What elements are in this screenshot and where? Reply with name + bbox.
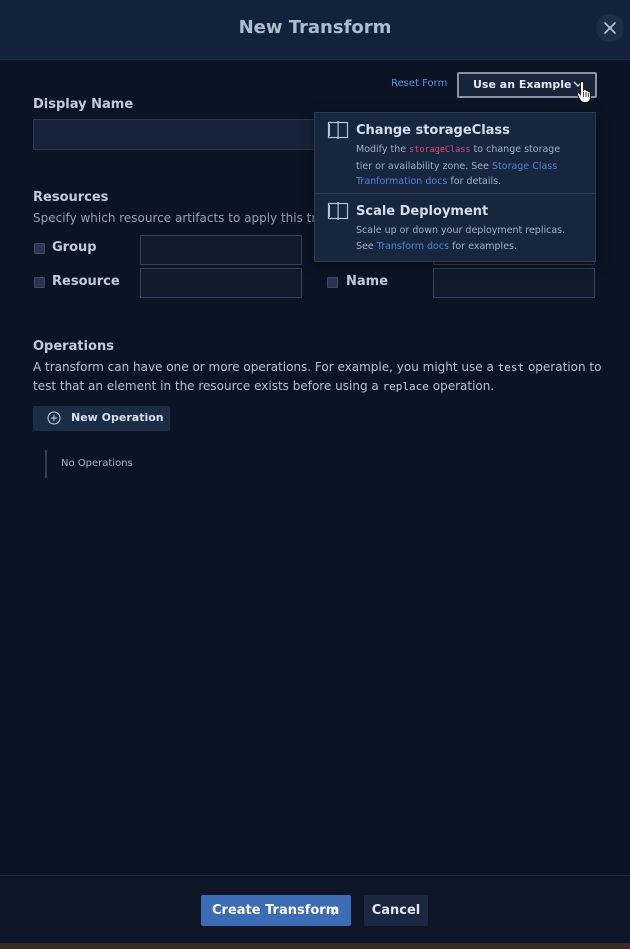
resource-checkbox[interactable] [34, 277, 45, 288]
group-input[interactable] [140, 235, 302, 265]
name-checkbox[interactable] [327, 277, 338, 288]
name-input[interactable] [433, 268, 595, 298]
display-name-label: Display Name [33, 97, 134, 112]
resource-label: Resource [52, 274, 120, 289]
display-name-input[interactable] [33, 119, 323, 150]
example-change-storageclass[interactable]: Change storageClass Modify the storageCl… [315, 113, 595, 193]
split-panel-icon [327, 121, 349, 139]
modal-footer: Create Transform Cancel [0, 875, 630, 943]
resource-input[interactable] [140, 268, 302, 298]
create-transform-label: Create Transform [212, 903, 340, 918]
resources-label: Resources [33, 190, 109, 205]
operations-description: A transform can have one or more operati… [33, 358, 603, 396]
ops-desc-code-replace: replace [382, 380, 429, 393]
resources-description: Specify which resource artifacts to appl… [33, 211, 350, 225]
hand-cursor-icon [576, 80, 592, 103]
modal-title: New Transform [238, 17, 392, 38]
name-label: Name [346, 274, 389, 289]
modal-header: New Transform [0, 0, 630, 60]
example-desc-text-3: for details. [447, 176, 502, 187]
example-desc-text: Modify the [356, 144, 410, 155]
example-description: Modify the storageClass to change storag… [356, 142, 576, 190]
close-icon [604, 22, 616, 34]
example-desc-text-3: for examples. [449, 240, 518, 252]
example-scale-deployment[interactable]: Scale Deployment Scale up or down your d… [315, 194, 595, 262]
operations-label: Operations [33, 339, 114, 354]
example-title: Change storageClass [356, 123, 510, 138]
storageclass-code: storageClass [409, 145, 471, 155]
new-operation-button[interactable]: New Operation [33, 406, 170, 431]
close-button[interactable] [596, 14, 624, 42]
create-transform-button[interactable]: Create Transform [201, 895, 351, 926]
plus-circle-icon [47, 411, 61, 425]
split-panel-icon [327, 202, 349, 220]
chevron-right-icon [332, 906, 338, 916]
example-title: Scale Deployment [356, 204, 489, 219]
cancel-button[interactable]: Cancel [364, 895, 428, 926]
group-checkbox[interactable] [34, 243, 45, 254]
no-operations-message: No Operations [45, 450, 133, 478]
new-operation-label: New Operation [71, 411, 164, 424]
group-label: Group [52, 240, 97, 255]
reset-form-link[interactable]: Reset Form [391, 78, 447, 89]
bottom-strip [0, 943, 630, 949]
ops-desc-text-3: operation. [428, 379, 495, 393]
transform-docs-link[interactable]: Transform docs [377, 241, 449, 252]
use-example-label: Use an Example [473, 78, 572, 91]
example-description: Scale up or down your deployment replica… [356, 223, 576, 254]
ops-desc-text-1: A transform can have one or more operati… [33, 360, 498, 374]
ops-desc-code-test: test [497, 361, 525, 374]
examples-dropdown: Change storageClass Modify the storageCl… [314, 112, 596, 262]
